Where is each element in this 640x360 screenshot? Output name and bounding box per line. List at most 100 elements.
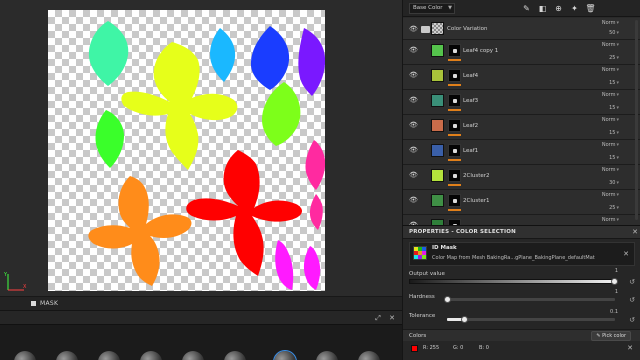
layer-row[interactable]: 👁 Leaf2 Norm▾ 15▾ [403, 115, 640, 140]
layer-mask-thumbnail[interactable] [448, 169, 461, 182]
channel-dropdown[interactable]: Base Color ▼ [409, 3, 455, 14]
shelf-material-thumbnail[interactable] [14, 351, 36, 360]
blend-mode-dropdown[interactable]: Norm▾ [602, 167, 619, 173]
blend-mode-value: Norm [601, 117, 616, 123]
slider-knob[interactable] [611, 278, 618, 285]
shelf-material-thumbnail[interactable] [224, 351, 246, 360]
delete-icon[interactable]: 🗑 [585, 3, 596, 14]
layer-scrollbar[interactable] [635, 20, 638, 220]
add-layer-icon[interactable]: ⊕ [553, 3, 564, 14]
blend-mode-dropdown[interactable]: Norm▾ [602, 20, 619, 26]
chevron-down-icon: ▾ [616, 67, 619, 73]
blend-mode-dropdown[interactable]: Norm▾ [602, 92, 619, 98]
selected-color-row[interactable]: R: 255 G: 0 B: 0 ✕ [409, 344, 635, 354]
mask-active-indicator [448, 209, 461, 211]
tolerance-slider[interactable] [447, 316, 615, 323]
opacity-value: 15 [609, 155, 616, 161]
layer-row[interactable]: 👁 2Cluster1 Norm▾ 25▾ [403, 190, 640, 215]
mask-dot [453, 199, 457, 203]
filter-name: ID Mask [432, 245, 457, 251]
opacity-field[interactable]: 15▾ [609, 105, 619, 111]
opacity-field[interactable]: 30▾ [609, 180, 619, 186]
reset-icon[interactable]: ↺ [628, 278, 636, 286]
paint-brush-icon[interactable]: ✎ [521, 3, 532, 14]
slider-knob[interactable] [460, 316, 468, 323]
layer-mask-thumbnail[interactable] [448, 69, 461, 82]
blend-mode-dropdown[interactable]: Norm▾ [602, 217, 619, 223]
close-icon[interactable]: ✕ [632, 228, 638, 236]
filter-source: Color Map from Mesh BakingRa...gPlane_Ba… [432, 255, 595, 261]
layer-row[interactable]: 👁 Leaf3 Norm▾ 15▾ [403, 90, 640, 115]
leaf-cyan [210, 28, 236, 82]
effects-icon[interactable]: ✦ [569, 3, 580, 14]
remove-color-icon[interactable]: ✕ [627, 344, 633, 352]
shelf-material-thumbnail[interactable] [182, 351, 204, 360]
hardness-slider[interactable] [444, 296, 615, 303]
opacity-field[interactable]: 50▾ [609, 30, 619, 36]
shelf-material-thumbnail[interactable] [56, 351, 78, 360]
layer-name: Leaf2 [463, 123, 479, 129]
tolerance-max: 0.1 [610, 309, 618, 315]
visibility-eye-icon[interactable]: 👁 [409, 71, 419, 79]
reset-icon[interactable]: ↺ [628, 296, 636, 304]
chevron-down-icon: ▾ [616, 42, 619, 48]
visibility-eye-icon[interactable]: 👁 [409, 46, 419, 54]
visibility-eye-icon[interactable]: 👁 [409, 196, 419, 204]
expand-icon[interactable]: ⤢ [374, 314, 382, 322]
mask-dot [453, 74, 457, 78]
layer-name: 2Cluster2 [463, 173, 490, 179]
opacity-field[interactable]: 25▾ [609, 205, 619, 211]
opacity-field[interactable]: 25▾ [609, 55, 619, 61]
close-icon[interactable]: ✕ [388, 314, 396, 322]
folder-icon [421, 26, 430, 33]
shelf-panel[interactable] [0, 324, 402, 360]
blend-mode-dropdown[interactable]: Norm▾ [602, 142, 619, 148]
blend-mode-dropdown[interactable]: Norm▾ [602, 67, 619, 73]
blend-mode-dropdown[interactable]: Norm▾ [602, 42, 619, 48]
filter-card[interactable]: ID Mask Color Map from Mesh BakingRa...g… [409, 242, 635, 266]
shelf-material-thumbnail-selected[interactable] [273, 350, 297, 360]
visibility-eye-icon[interactable]: 👁 [409, 121, 419, 129]
remove-filter-icon[interactable]: ✕ [623, 250, 629, 258]
blend-mode-dropdown[interactable]: Norm▾ [602, 117, 619, 123]
slider-knob[interactable] [444, 296, 451, 303]
layer-mask-thumbnail[interactable] [448, 194, 461, 207]
blend-mode-dropdown[interactable]: Norm▾ [602, 192, 619, 198]
tolerance-label: Tolerance [409, 313, 436, 319]
colors-header: Colors ✎ Pick color [403, 329, 640, 341]
leaf-atlas [88, 21, 325, 290]
hardness-max: 1 [614, 289, 618, 295]
reset-icon[interactable]: ↺ [628, 316, 636, 324]
mask-active-indicator [448, 59, 461, 61]
layer-row[interactable]: 👁 Leaf4 copy 1 Norm▾ 25▾ [403, 40, 640, 65]
fill-icon[interactable]: ◧ [537, 3, 548, 14]
output-value-slider[interactable] [409, 278, 618, 285]
shelf-material-thumbnail[interactable] [98, 351, 120, 360]
chevron-down-icon: ▾ [616, 217, 619, 223]
layer-folder-row[interactable]: 👁 Color Variation Norm▾ 50▾ [403, 18, 640, 40]
layer-mask-thumbnail[interactable] [448, 144, 461, 157]
blend-mode-value: Norm [601, 67, 616, 73]
opacity-field[interactable]: 15▾ [609, 155, 619, 161]
visibility-eye-icon[interactable]: 👁 [409, 146, 419, 154]
visibility-eye-icon[interactable]: 👁 [409, 96, 419, 104]
opacity-field[interactable]: 15▾ [609, 130, 619, 136]
hardness-label: Hardness [409, 294, 435, 300]
layer-mask-thumbnail[interactable] [448, 119, 461, 132]
layer-row[interactable]: 👁 2Cluster2 Norm▾ 30▾ [403, 165, 640, 190]
visibility-eye-icon[interactable]: 👁 [409, 25, 419, 33]
shelf-material-thumbnail[interactable] [140, 351, 162, 360]
shelf-material-thumbnail[interactable] [316, 351, 338, 360]
viewport-2d[interactable]: Y X [0, 0, 402, 296]
color-swatch[interactable] [411, 345, 418, 352]
texture-canvas[interactable] [48, 10, 325, 291]
layer-mask-thumbnail[interactable] [448, 44, 461, 57]
visibility-eye-icon[interactable]: 👁 [409, 171, 419, 179]
chevron-down-icon: ▾ [616, 117, 619, 123]
pick-color-button[interactable]: ✎ Pick color [591, 331, 631, 341]
shelf-material-thumbnail[interactable] [358, 351, 380, 360]
opacity-field[interactable]: 15▾ [609, 80, 619, 86]
layer-row[interactable]: 👁 Leaf4 Norm▾ 15▾ [403, 65, 640, 90]
layer-mask-thumbnail[interactable] [448, 94, 461, 107]
layer-row[interactable]: 👁 Leaf1 Norm▾ 15▾ [403, 140, 640, 165]
